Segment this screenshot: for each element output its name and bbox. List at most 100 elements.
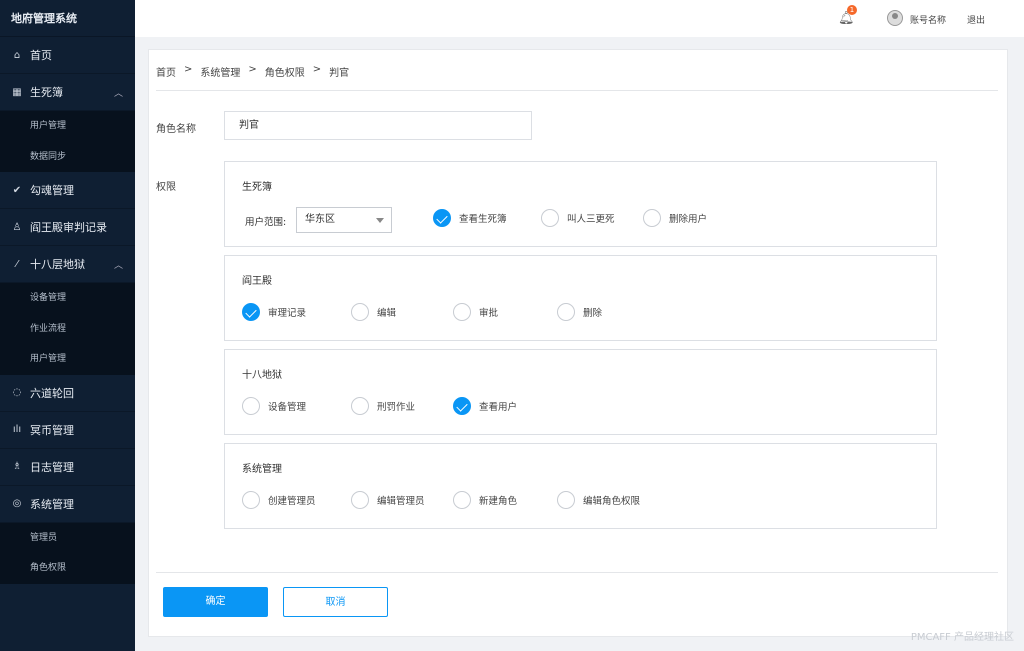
permission-group: 十八地狱 设备管理 刑罚作业 查看用户 (224, 349, 937, 435)
permission-option[interactable]: 设备管理 (242, 397, 306, 415)
permission-option[interactable]: 编辑管理员 (351, 491, 425, 509)
group-title: 阎王殿 (242, 276, 272, 287)
permission-option[interactable]: 新建角色 (453, 491, 517, 509)
sidebar-item-label: 勾魂管理 (30, 184, 74, 197)
breadcrumb: 首页 > 系统管理 > 角色权限 > 判官 (156, 64, 349, 79)
caret-down-icon (376, 218, 384, 227)
option-label: 查看用户 (479, 402, 518, 413)
sidebar-item-home[interactable]: ⌂ 首页 (0, 37, 135, 74)
sidebar-item-reincarnation[interactable]: ◌ 六道轮回 (0, 375, 135, 412)
bar-chart-icon: ılı (12, 424, 22, 435)
checked-circle-icon[interactable] (242, 303, 260, 321)
divider (156, 572, 998, 573)
grid-icon: ▦ (12, 86, 22, 98)
app-title: 地府管理系统 (0, 0, 135, 37)
unchecked-circle-icon[interactable] (541, 209, 559, 227)
option-label: 叫人三更死 (567, 214, 615, 225)
breadcrumb-system[interactable]: 系统管理 (200, 64, 240, 79)
permission-option[interactable]: 删除用户 (643, 209, 707, 227)
option-label: 刑罚作业 (377, 402, 416, 413)
unchecked-circle-icon[interactable] (351, 491, 369, 509)
sidebar-item-label: 首页 (30, 49, 52, 62)
permission-option[interactable]: 刑罚作业 (351, 397, 415, 415)
sidebar-item-label: 六道轮回 (30, 386, 74, 400)
breadcrumb-current: 判官 (329, 68, 350, 79)
unchecked-circle-icon[interactable] (242, 397, 260, 415)
unchecked-circle-icon[interactable] (351, 303, 369, 321)
submenu-system: 管理员 角色权限 (0, 522, 135, 584)
option-label: 编辑角色权限 (583, 496, 641, 507)
permission-option[interactable]: 删除 (557, 303, 602, 321)
watermark: PMCAFF 产品经理社区 (910, 632, 1014, 643)
submenu-hell: 设备管理 作业流程 用户管理 (0, 283, 135, 375)
sidebar-subitem-users[interactable]: 用户管理 (0, 344, 135, 375)
home-icon: ⌂ (13, 49, 21, 61)
sidebar-item-soul[interactable]: ✔ 勾魂管理 (0, 172, 135, 209)
sidebar-subitem-devices[interactable]: 设备管理 (0, 283, 135, 314)
permission-group: 阎王殿审理记录 编辑 审批 删除 (224, 255, 937, 341)
unchecked-circle-icon[interactable] (242, 491, 260, 509)
breadcrumb-sep: > (248, 64, 257, 75)
scope-value: 华东区 (305, 214, 335, 225)
breadcrumb-roles[interactable]: 角色权限 (265, 64, 305, 79)
permission-option[interactable]: 查看用户 (453, 397, 517, 415)
sidebar-item-book[interactable]: ▦ 生死簿 ︿ (0, 74, 135, 111)
permission-option[interactable]: 叫人三更死 (541, 209, 615, 227)
unchecked-circle-icon[interactable] (557, 491, 575, 509)
cancel-button[interactable]: 取消 (283, 587, 388, 617)
permission-group: 生死簿用户范围: 华东区 查看生死簿 叫人三更死 删除用户 (224, 161, 937, 247)
avatar[interactable] (887, 10, 903, 26)
chevron-up-icon: ︿ (113, 88, 123, 99)
breadcrumb-home[interactable]: 首页 (156, 64, 176, 79)
sidebar-item-label: 日志管理 (30, 460, 74, 474)
permission-option[interactable]: 创建管理员 (242, 491, 316, 509)
chevron-up-icon: ︿ (113, 260, 123, 271)
sidebar-subitem-workflow[interactable]: 作业流程 (0, 314, 135, 345)
unchecked-circle-icon[interactable] (351, 397, 369, 415)
sidebar-subitem-admins[interactable]: 管理员 (0, 523, 135, 554)
sidebar-subitem-data-sync[interactable]: 数据同步 (0, 142, 135, 173)
unchecked-circle-icon[interactable] (557, 303, 575, 321)
scope-label: 用户范围: (245, 217, 287, 228)
unchecked-circle-icon[interactable] (643, 209, 661, 227)
role-name-input[interactable]: 判官 (224, 111, 532, 140)
permission-label: 权限 (156, 182, 176, 193)
submenu-book: 用户管理 数据同步 (0, 111, 135, 172)
permission-option[interactable]: 编辑 (351, 303, 396, 321)
sidebar-item-money[interactable]: ılı 冥币管理 (0, 412, 135, 449)
users-icon: ♗ (12, 461, 22, 472)
option-label: 审理记录 (268, 308, 307, 319)
logout-link[interactable]: 退出 (967, 13, 985, 26)
option-label: 删除 (583, 308, 603, 319)
breadcrumb-sep: > (312, 64, 322, 75)
sidebar-subitem-user-management[interactable]: 用户管理 (0, 111, 135, 142)
permission-option[interactable]: 审理记录 (242, 303, 306, 321)
checked-circle-icon[interactable] (433, 209, 451, 227)
permission-option[interactable]: 审批 (453, 303, 498, 321)
notification-badge: 1 (847, 5, 857, 15)
judge-icon: ♙ (12, 221, 22, 233)
option-label: 审批 (479, 308, 499, 319)
unchecked-circle-icon[interactable] (453, 491, 471, 509)
permission-option[interactable]: 编辑角色权限 (557, 491, 640, 509)
group-title: 系统管理 (242, 464, 282, 475)
sidebar-item-log[interactable]: ♗ 日志管理 (0, 449, 135, 486)
confirm-button[interactable]: 确定 (163, 587, 268, 617)
cycle-icon: ◌ (12, 387, 22, 398)
sidebar-item-label: 生死簿 (30, 86, 63, 99)
group-title: 生死簿 (242, 182, 272, 193)
option-label: 查看生死簿 (459, 214, 507, 225)
scope-select[interactable]: 华东区 (296, 207, 392, 233)
option-label: 创建管理员 (268, 496, 316, 507)
sidebar-item-yama[interactable]: ♙ 阎王殿审判记录 (0, 209, 135, 246)
option-label: 编辑 (377, 308, 397, 319)
account-name[interactable]: 账号名称 (910, 13, 946, 26)
sidebar-item-system[interactable]: ◎ 系统管理 (0, 486, 135, 523)
permission-option[interactable]: 查看生死簿 (433, 209, 507, 227)
sidebar-subitem-role-permissions[interactable]: 角色权限 (0, 553, 135, 584)
sidebar-item-hell[interactable]: ⁄ 十八层地狱 ︿ (0, 246, 135, 283)
gear-icon: ◎ (12, 498, 22, 509)
sidebar-item-label: 冥币管理 (30, 423, 74, 437)
checked-circle-icon[interactable] (453, 397, 471, 415)
unchecked-circle-icon[interactable] (453, 303, 471, 321)
